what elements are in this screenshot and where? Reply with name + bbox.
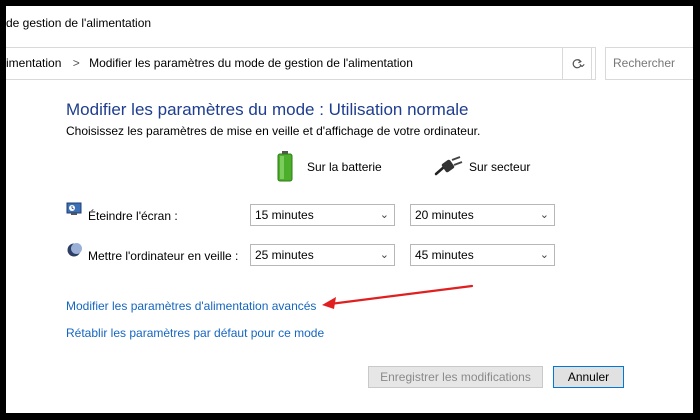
- sleep-battery-value: 25 minutes: [255, 248, 314, 262]
- annotation-arrow: [322, 284, 474, 309]
- restore-defaults-link[interactable]: Rétablir les paramètres par défaut pour …: [66, 326, 324, 340]
- chevron-down-icon: ⌄: [379, 209, 389, 221]
- display-icon: [66, 202, 82, 215]
- cancel-button[interactable]: Annuler: [553, 366, 624, 388]
- window-title: de gestion de l'alimentation: [6, 16, 152, 30]
- display-battery-value: 15 minutes: [255, 208, 314, 222]
- row-sleep-label: Mettre l'ordinateur en veille :: [88, 249, 239, 263]
- breadcrumb-edit-plan[interactable]: Modifier les paramètres du mode de gesti…: [89, 56, 413, 70]
- chevron-down-icon: ⌄: [539, 209, 549, 221]
- breadcrumb-power-options[interactable]: imentation: [6, 56, 61, 70]
- breadcrumb-separator: >: [72, 56, 80, 70]
- refresh-button[interactable]: [562, 47, 592, 80]
- page-title: Modifier les paramètres du mode : Utilis…: [66, 100, 469, 119]
- page-subtitle: Choisissez les paramètres de mise en vei…: [66, 124, 481, 138]
- address-bar[interactable]: imentation > Modifier les paramètres du …: [6, 47, 596, 80]
- sleep-moon-icon: [67, 243, 82, 257]
- column-plugged: Sur secteur: [469, 160, 531, 174]
- chevron-down-icon: ⌄: [539, 249, 549, 261]
- search-input[interactable]: Rechercher: [605, 47, 693, 80]
- sleep-battery-select[interactable]: 25 minutes ⌄: [250, 244, 395, 266]
- sleep-plugged-select[interactable]: 45 minutes ⌄: [410, 244, 555, 266]
- sleep-plugged-value: 45 minutes: [415, 248, 474, 262]
- advanced-settings-link[interactable]: Modifier les paramètres d'alimentation a…: [66, 299, 316, 313]
- column-battery: Sur la batterie: [307, 160, 382, 174]
- chevron-down-icon: ⌄: [379, 249, 389, 261]
- power-options-window: de gestion de l'alimentation imentation …: [6, 6, 693, 413]
- battery-icon: [277, 151, 293, 182]
- display-battery-select[interactable]: 15 minutes ⌄: [250, 204, 395, 226]
- display-plugged-value: 20 minutes: [415, 208, 474, 222]
- save-changes-button[interactable]: Enregistrer les modifications: [368, 366, 543, 388]
- row-display-label: Éteindre l'écran :: [88, 209, 178, 223]
- refresh-icon: [572, 59, 582, 69]
- plug-icon: [434, 156, 463, 176]
- display-plugged-select[interactable]: 20 minutes ⌄: [410, 204, 555, 226]
